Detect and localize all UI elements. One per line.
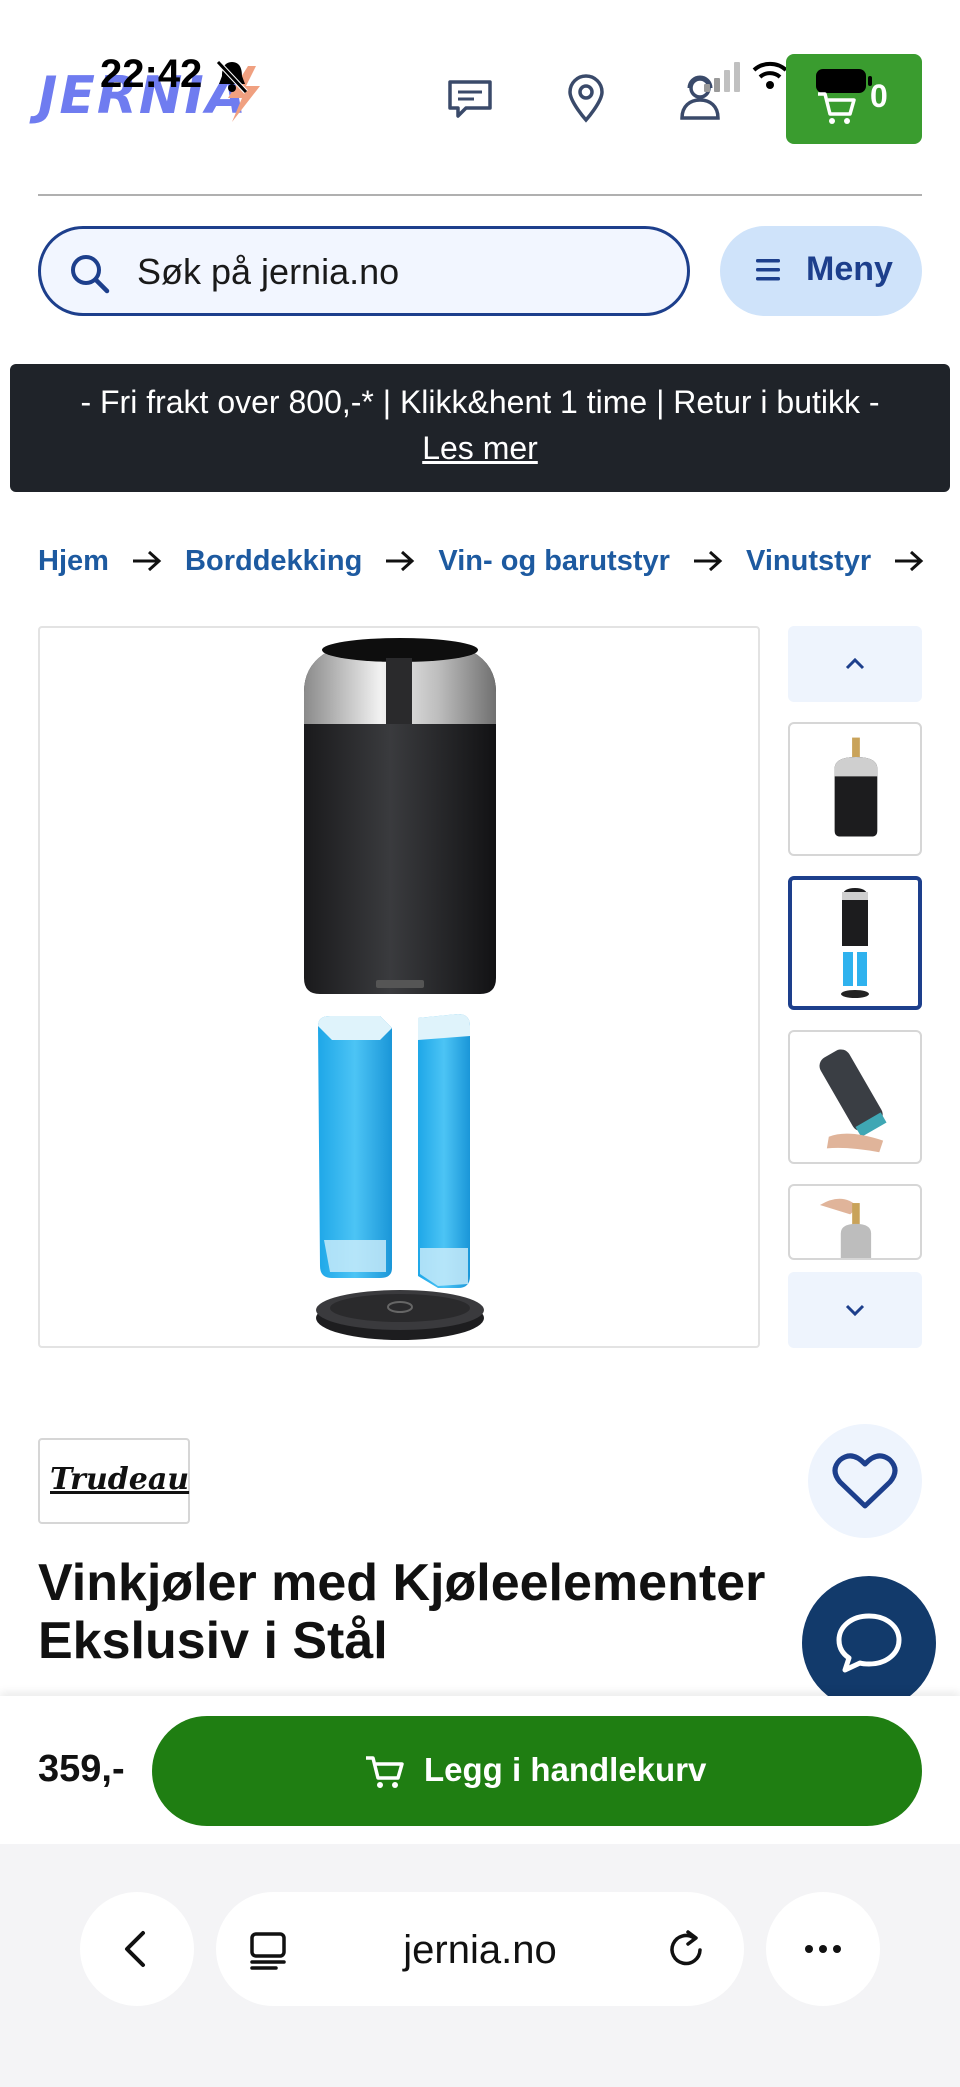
menu-label: Meny	[806, 250, 893, 288]
main-product-image[interactable]	[38, 626, 760, 1348]
chat-bubble-icon[interactable]	[444, 72, 496, 124]
product-thumbnail-4[interactable]	[788, 1184, 922, 1260]
reload-icon[interactable]	[664, 1928, 708, 1972]
arrow-right-icon	[693, 551, 723, 572]
chat-bubble-icon	[836, 1613, 902, 1673]
chevron-up-icon	[845, 657, 865, 670]
product-title: Vinkjøler med Kjøleelementer Ekslusiv i …	[38, 1554, 818, 1670]
hamburger-menu-icon	[756, 259, 780, 281]
product-title-line-1: Vinkjøler med Kjøleelementer	[38, 1554, 766, 1612]
cart-icon	[366, 1756, 404, 1788]
chevron-down-icon	[845, 1304, 865, 1317]
heart-icon	[832, 1453, 898, 1509]
thumbnail-scroll-down-button[interactable]	[788, 1272, 922, 1348]
bell-muted-icon	[216, 60, 248, 94]
arrow-right-icon	[132, 551, 162, 572]
product-title-line-2: Ekslusiv i Stål	[38, 1612, 388, 1670]
breadcrumb-item-vin-og-barutstyr[interactable]: Vin- og barutstyr	[438, 545, 670, 578]
cart-icon	[818, 92, 856, 124]
arrow-right-icon	[386, 551, 415, 572]
search-icon	[71, 255, 110, 294]
thumbnail-image-cooler-with-hand-top	[819, 1198, 872, 1258]
sticky-buy-bar: 359,- Legg i handlekurv	[0, 1696, 960, 1844]
brand-name: Trudeau	[50, 1462, 190, 1497]
add-to-cart-button[interactable]: Legg i handlekurv	[152, 1716, 922, 1826]
product-price: 359,-	[38, 1748, 125, 1790]
favorite-button[interactable]	[808, 1424, 922, 1538]
brand-logo[interactable]: Trudeau	[38, 1438, 190, 1524]
more-dots-icon	[805, 1945, 841, 1953]
cart-count: 0	[870, 78, 888, 114]
wifi-icon	[752, 61, 788, 89]
address-bar[interactable]: jernia.no	[216, 1892, 744, 2006]
read-more-link[interactable]: Les mer	[10, 430, 950, 467]
thumbnail-image-exploded-view	[841, 888, 869, 998]
search-placeholder: Søk på jernia.no	[137, 251, 400, 292]
header-divider	[38, 194, 922, 196]
arrow-right-icon	[895, 551, 924, 572]
breadcrumb-item-home[interactable]: Hjem	[38, 545, 109, 578]
add-to-cart-label: Legg i handlekurv	[424, 1751, 707, 1788]
breadcrumb-item-borddekking[interactable]: Borddekking	[185, 545, 362, 578]
product-thumbnail-3[interactable]	[788, 1030, 922, 1164]
breadcrumb-item-vinutstyr[interactable]: Vinutstyr	[746, 545, 871, 578]
thumbnail-image-cooler-in-hand	[819, 1049, 887, 1153]
cellular-signal-icon	[704, 62, 740, 92]
breadcrumb: Hjem Borddekking Vin- og barutstyr Vinut…	[38, 544, 939, 584]
chevron-left-icon	[125, 1931, 145, 1967]
banner-text: - Fri frakt over 800,-* | Klikk&hent 1 t…	[80, 384, 880, 420]
more-options-button[interactable]	[766, 1892, 880, 2006]
product-thumbnail-2[interactable]	[788, 876, 922, 1010]
back-button[interactable]	[80, 1892, 194, 2006]
browser-toolbar: jernia.no	[0, 1844, 960, 2087]
cart-button[interactable]: 0	[786, 54, 922, 144]
location-pin-icon[interactable]	[560, 72, 612, 124]
product-thumbnail-1[interactable]	[788, 722, 922, 856]
search-input[interactable]: Søk på jernia.no	[38, 226, 690, 316]
menu-button[interactable]: Meny	[720, 226, 922, 316]
thumbnail-image-cooler-with-bottle	[834, 737, 878, 837]
wine-cooler-exploded-image	[304, 638, 496, 1340]
thumbnail-scroll-up-button[interactable]	[788, 626, 922, 702]
site-header: JERNIA 22:42 0 Søk på jernia.no Meny	[0, 0, 960, 356]
chat-support-button[interactable]	[802, 1576, 936, 1710]
shipping-info-banner: - Fri frakt over 800,-* | Klikk&hent 1 t…	[10, 364, 950, 492]
status-time: 22:42	[100, 52, 203, 96]
